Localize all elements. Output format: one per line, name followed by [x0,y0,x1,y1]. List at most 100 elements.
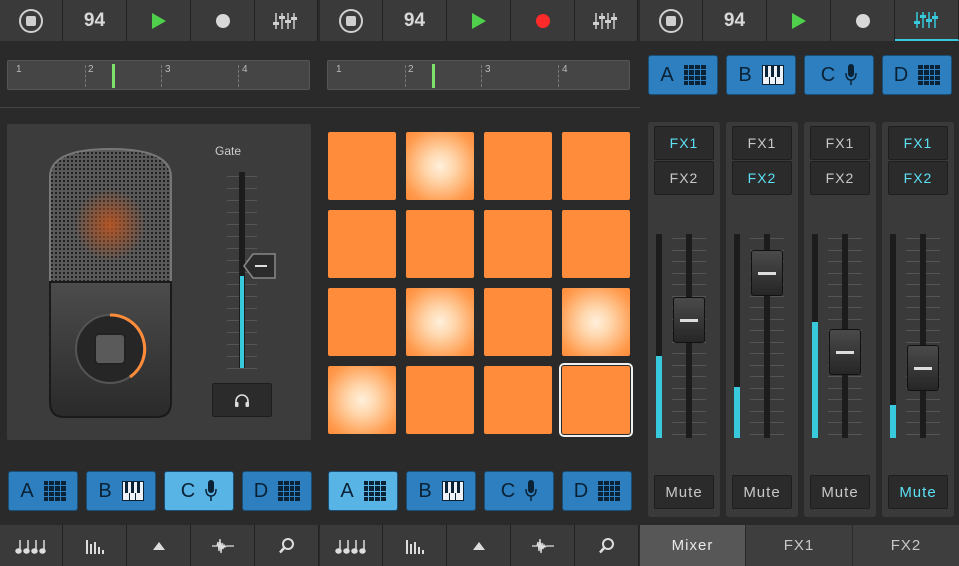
track-letter: C [500,479,516,502]
mute-button[interactable]: Mute [732,475,792,509]
bar-number: 2 [88,64,94,75]
tempo-value: 94 [723,9,746,31]
level-meter [890,234,896,438]
drum-pad[interactable] [562,288,630,356]
search-button[interactable] [575,525,639,566]
drum-pad[interactable] [406,210,474,278]
drum-pad[interactable] [562,132,630,200]
notes-button[interactable] [0,525,63,566]
levels-button[interactable] [63,525,127,566]
track-button-d[interactable]: D [562,471,632,511]
mixer-icon [273,12,297,29]
track-button-c[interactable]: C [484,471,554,511]
fx1-send-button[interactable]: FX1 [810,126,870,160]
grid-icon [683,65,706,85]
mute-button[interactable]: Mute [654,475,714,509]
microphone-icon[interactable] [42,147,179,419]
drum-pad[interactable] [562,210,630,278]
record-button[interactable] [831,0,895,41]
play-button[interactable] [127,0,191,41]
gate-slider[interactable] [219,172,276,369]
mixer-button[interactable] [255,0,318,41]
fx2-send-button[interactable]: FX2 [810,161,870,195]
drum-pad[interactable] [328,288,396,356]
tempo-display[interactable]: 94 [63,0,127,41]
gate-handle[interactable] [243,253,277,279]
timeline-middle[interactable]: 1 2 3 4 [327,60,630,90]
drum-pad[interactable] [406,132,474,200]
tempo-display[interactable]: 94 [703,0,767,41]
tab-fx2[interactable]: FX2 [853,525,959,566]
piano-icon [441,481,464,501]
fx2-send-button[interactable]: FX2 [654,161,714,195]
bar-number: 4 [562,64,568,75]
track-button-b[interactable]: B [726,55,796,95]
track-button-b[interactable]: B [406,471,476,511]
track-letter: B [738,63,752,86]
track-button-c[interactable]: C [804,55,874,95]
levels-button[interactable] [383,525,447,566]
playhead[interactable] [432,64,435,88]
track-button-b[interactable]: B [86,471,156,511]
headphones-icon [235,394,249,407]
track-button-a[interactable]: A [648,55,718,95]
mixer-button[interactable] [575,0,638,41]
play-icon [791,12,806,29]
headphones-button[interactable] [212,383,272,417]
waveform-button[interactable] [511,525,575,566]
drum-pad[interactable] [328,366,396,434]
timeline-left[interactable]: 1 2 3 4 [7,60,310,90]
track-button-c[interactable]: C [164,471,234,511]
tab-fx1[interactable]: FX1 [746,525,853,566]
levels-icon [85,539,104,554]
fx1-send-button[interactable]: FX1 [654,126,714,160]
stop-button[interactable] [0,0,63,41]
drum-pad[interactable] [328,132,396,200]
fader-track [920,234,926,438]
drum-pad[interactable] [484,210,552,278]
track-button-d[interactable]: D [882,55,952,95]
stop-button[interactable] [320,0,383,41]
triangle-up-icon [472,541,485,550]
record-button[interactable] [191,0,255,41]
track-letter: D [253,479,269,502]
volume-fader[interactable] [829,329,861,375]
mute-button[interactable]: Mute [810,475,870,509]
drum-pad[interactable] [406,366,474,434]
fx2-send-button[interactable]: FX2 [888,161,948,195]
expand-button[interactable] [127,525,191,566]
expand-button[interactable] [447,525,511,566]
play-button[interactable] [447,0,511,41]
tempo-display[interactable]: 94 [383,0,447,41]
fx1-send-button[interactable]: FX1 [732,126,792,160]
track-button-d[interactable]: D [242,471,312,511]
search-button[interactable] [255,525,319,566]
fx2-send-button[interactable]: FX2 [732,161,792,195]
volume-fader[interactable] [907,345,939,391]
notes-button[interactable] [320,525,383,566]
level-meter [812,234,818,438]
play-button[interactable] [767,0,831,41]
drum-pad[interactable] [484,288,552,356]
tab-mixer[interactable]: Mixer [640,525,746,566]
mixer-button[interactable] [895,0,959,41]
drum-pad[interactable] [484,366,552,434]
track-letter: C [820,63,836,86]
bar-marker [238,65,239,87]
record-button[interactable] [511,0,575,41]
drum-pad[interactable] [406,288,474,356]
waveform-button[interactable] [191,525,255,566]
waveform-icon [211,538,234,553]
drum-pad[interactable] [559,363,633,437]
volume-fader[interactable] [751,250,783,296]
mute-button[interactable]: Mute [888,475,948,509]
drum-pad[interactable] [328,210,396,278]
track-button-a[interactable]: A [8,471,78,511]
volume-fader[interactable] [673,297,705,343]
stop-button[interactable] [640,0,703,41]
playhead[interactable] [112,64,115,88]
grid-icon [363,481,386,501]
fx1-send-button[interactable]: FX1 [888,126,948,160]
track-button-a[interactable]: A [328,471,398,511]
drum-pad[interactable] [484,132,552,200]
